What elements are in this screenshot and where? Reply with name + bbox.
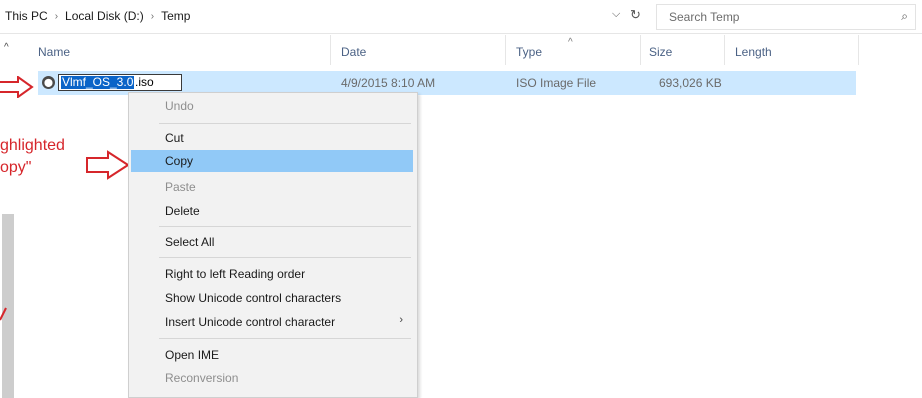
breadcrumb-item-local-disk[interactable]: Local Disk (D:) — [62, 9, 147, 23]
menu-item-reconversion[interactable]: Reconversion — [131, 367, 413, 389]
menu-item-paste[interactable]: Paste — [131, 176, 413, 198]
menu-item-select-all[interactable]: Select All — [131, 231, 413, 253]
menu-separator — [159, 226, 411, 227]
menu-item-label: Select All — [165, 235, 215, 249]
menu-item-label: Open IME — [165, 348, 220, 362]
breadcrumb-item-temp[interactable]: Temp — [158, 9, 193, 23]
menu-item-rtl-reading-order[interactable]: Right to left Reading order — [131, 263, 413, 285]
menu-item-label: Delete — [165, 204, 200, 218]
annotation-arrow-icon — [86, 150, 130, 180]
refresh-icon[interactable]: ↻ — [630, 7, 641, 23]
breadcrumb-item-this-pc[interactable]: This PC — [2, 9, 51, 23]
context-menu: Undo Cut Copy Paste Delete Select All Ri… — [128, 92, 418, 398]
menu-item-label: Paste — [165, 180, 196, 194]
search-icon[interactable]: ⌕ — [901, 9, 908, 24]
menu-item-label: Right to left Reading order — [165, 267, 306, 281]
column-divider[interactable] — [640, 35, 641, 65]
file-date: 4/9/2015 8:10 AM — [341, 76, 436, 90]
menu-item-copy[interactable]: Copy — [131, 150, 413, 172]
rename-selected-text: Vlmf_OS_3.0 — [61, 75, 135, 89]
column-divider[interactable] — [724, 35, 725, 65]
scroll-up-icon[interactable]: ^ — [4, 42, 9, 53]
file-type: ISO Image File — [516, 76, 597, 90]
menu-item-label: Reconversion — [165, 371, 239, 385]
disc-image-icon: ⬤ — [42, 76, 55, 89]
chevron-down-icon[interactable]: ⌵ — [612, 8, 620, 21]
menu-item-show-unicode[interactable]: Show Unicode control characters — [131, 287, 413, 309]
breadcrumb: This PC › Local Disk (D:) › Temp — [2, 9, 193, 23]
column-divider[interactable] — [505, 35, 506, 65]
search-input[interactable]: Search Temp ⌕ — [656, 4, 916, 30]
annotation-arrow-icon — [0, 76, 34, 98]
menu-item-label: Cut — [165, 131, 184, 145]
annotation-arrow-icon — [0, 307, 7, 321]
column-divider[interactable] — [330, 35, 331, 65]
column-header-type[interactable]: Type — [516, 45, 542, 59]
menu-separator — [159, 123, 411, 124]
rename-extension-text: .iso — [135, 75, 154, 89]
menu-item-delete[interactable]: Delete — [131, 200, 413, 222]
menu-separator — [159, 257, 411, 258]
menu-item-cut[interactable]: Cut — [131, 127, 413, 149]
breadcrumb-separator-icon[interactable]: › — [51, 11, 62, 22]
menu-item-label: Undo — [165, 99, 194, 113]
column-divider[interactable] — [858, 35, 859, 65]
file-size: 693,026 KB — [659, 76, 722, 90]
column-header-name[interactable]: Name — [38, 45, 70, 59]
breadcrumb-separator-icon[interactable]: › — [147, 11, 158, 22]
address-bar[interactable]: This PC › Local Disk (D:) › Temp ⌵ ↻ Sea… — [0, 0, 922, 34]
sort-caret-icon: ^ — [568, 37, 573, 48]
menu-item-label: Show Unicode control characters — [165, 291, 342, 305]
column-header-date[interactable]: Date — [341, 45, 366, 59]
rename-input[interactable]: Vlmf_OS_3.0 .iso — [58, 74, 182, 91]
column-header-length[interactable]: Length — [735, 45, 772, 59]
menu-separator — [159, 338, 411, 339]
menu-item-open-ime[interactable]: Open IME — [131, 344, 413, 366]
column-header-size[interactable]: Size — [649, 45, 672, 59]
search-placeholder: Search Temp — [669, 10, 740, 24]
annotation-text-line2: opy" — [0, 159, 32, 176]
chevron-right-icon: › — [399, 314, 403, 326]
menu-item-insert-unicode[interactable]: Insert Unicode control character › — [131, 311, 413, 333]
annotation-text-line1: ghlighted — [0, 137, 65, 154]
menu-item-undo[interactable]: Undo — [131, 95, 413, 117]
menu-item-label: Copy — [165, 154, 194, 168]
menu-item-label: Insert Unicode control character — [165, 315, 336, 329]
